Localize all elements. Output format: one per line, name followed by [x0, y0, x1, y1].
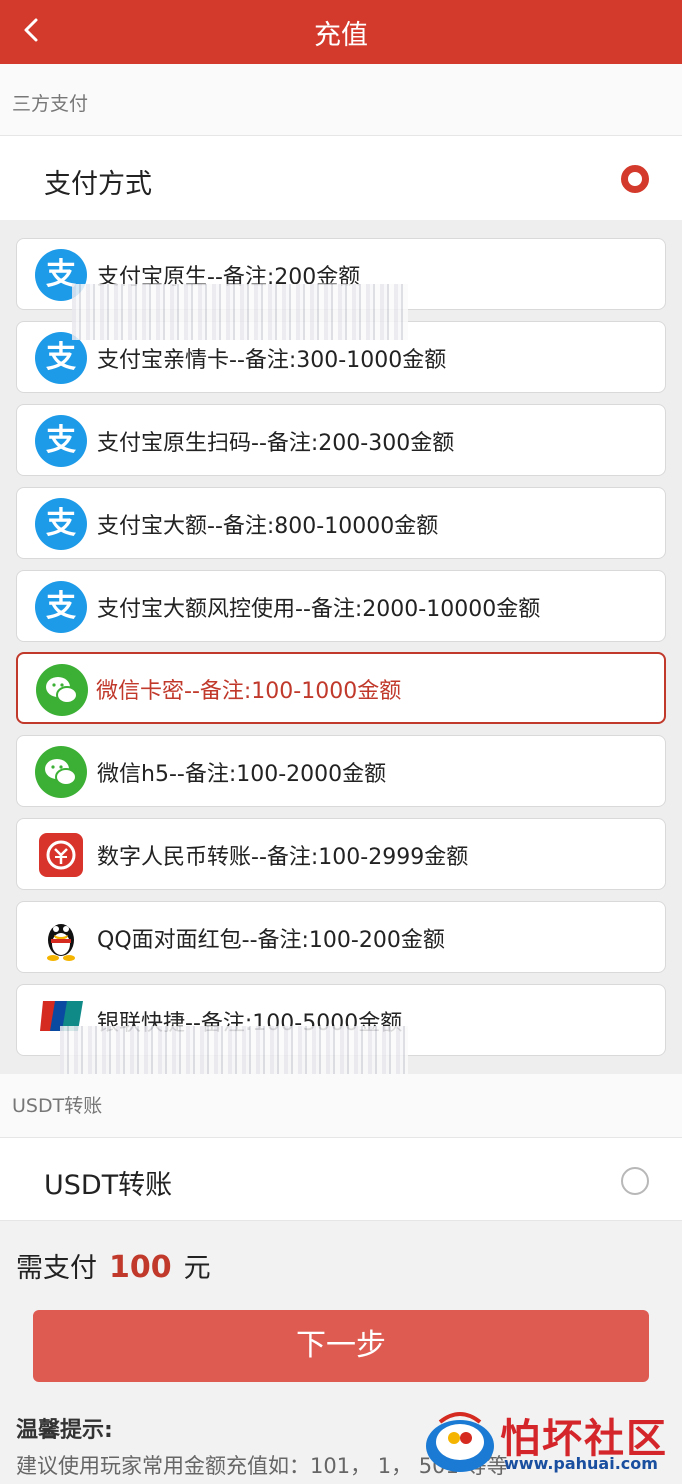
- payment-unit: 元: [183, 1253, 211, 1284]
- wechat-icon: [36, 664, 88, 716]
- wechat-icon: [35, 746, 87, 798]
- next-step-button[interactable]: 下一步: [33, 1310, 649, 1382]
- usdt-method-header[interactable]: USDT转账: [0, 1137, 682, 1221]
- payment-option[interactable]: 支 支付宝原生扫码--备注:200-300金额: [16, 404, 666, 476]
- redaction-blur: [60, 1026, 408, 1076]
- watermark-url: www.pahuai.com: [504, 1454, 658, 1473]
- payment-option-selected[interactable]: 微信卡密--备注:100-1000金额: [16, 652, 666, 724]
- payment-options-list: 支 支付宝原生--备注:200金额 支 支付宝亲情卡--备注:300-1000金…: [0, 220, 682, 1076]
- digital-rmb-icon: [39, 833, 83, 877]
- usdt-method-radio[interactable]: [621, 1167, 649, 1195]
- payment-option-label: 微信卡密--备注:100-1000金额: [96, 679, 402, 704]
- payment-option[interactable]: 支 支付宝大额--备注:800-10000金额: [16, 487, 666, 559]
- alipay-icon: 支: [35, 415, 87, 467]
- payment-option-label: 微信h5--备注:100-2000金额: [97, 762, 387, 787]
- payment-option[interactable]: 支 支付宝大额风控使用--备注:2000-10000金额: [16, 570, 666, 642]
- payment-option-label: QQ面对面红包--备注:100-200金额: [97, 928, 445, 953]
- payment-method-header[interactable]: 支付方式: [0, 135, 682, 221]
- watermark: 怕坏社区 www.pahuai.com: [420, 1402, 680, 1482]
- top-bar: 充值: [0, 0, 682, 64]
- redaction-blur: [72, 284, 408, 340]
- payment-amount: 100: [109, 1250, 172, 1285]
- page-title: 充值: [314, 20, 368, 51]
- payment-option-label: 数字人民币转账--备注:100-2999金额: [97, 845, 469, 870]
- payment-prefix: 需支付: [16, 1253, 97, 1284]
- payment-option[interactable]: 数字人民币转账--备注:100-2999金额: [16, 818, 666, 890]
- payment-option-label: 支付宝原生扫码--备注:200-300金额: [97, 431, 455, 456]
- section-label-third-party: 三方支付: [0, 64, 682, 136]
- alipay-icon: 支: [35, 581, 87, 633]
- watermark-logo-icon: [426, 1412, 494, 1472]
- payment-amount-row: 需支付 100 元: [16, 1246, 211, 1285]
- section-label-usdt: USDT转账: [0, 1074, 682, 1138]
- payment-method-label: 支付方式: [44, 169, 152, 200]
- qq-icon: [43, 914, 79, 962]
- alipay-icon: 支: [35, 498, 87, 550]
- payment-option-label: 支付宝大额--备注:800-10000金额: [97, 514, 439, 539]
- payment-option[interactable]: QQ面对面红包--备注:100-200金额: [16, 901, 666, 973]
- payment-method-radio[interactable]: [621, 165, 649, 193]
- payment-option-label: 支付宝大额风控使用--备注:2000-10000金额: [97, 597, 541, 622]
- tips-title: 温馨提示:: [16, 1418, 113, 1443]
- payment-option-label: 支付宝亲情卡--备注:300-1000金额: [97, 348, 447, 373]
- usdt-method-label: USDT转账: [44, 1170, 173, 1201]
- payment-option[interactable]: 微信h5--备注:100-2000金额: [16, 735, 666, 807]
